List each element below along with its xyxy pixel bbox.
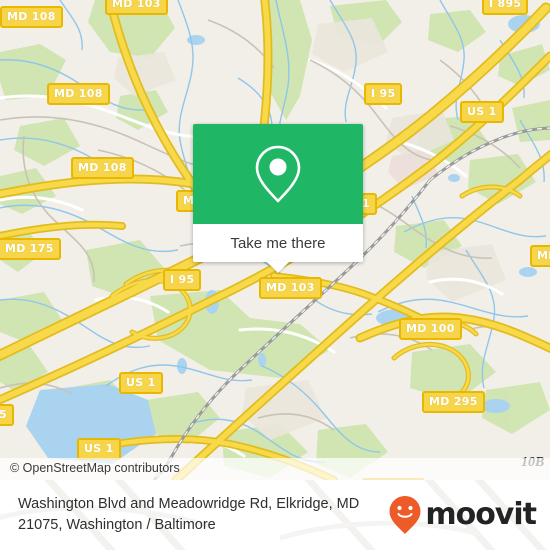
road-shield-label: MD 108 [0,6,63,28]
address-line-2: 21075, Washington / Baltimore [18,517,216,533]
road-shield-label: MD 103 [259,277,322,299]
road-shield-label: MD 108 [71,157,134,179]
road-shield-label: I 95 [364,83,403,105]
moovit-pin-icon [389,496,421,534]
road-shield-label: MD [530,245,550,267]
map-attribution[interactable]: © OpenStreetMap contributors [0,458,550,480]
take-me-there-label: Take me there [230,234,326,252]
map-pin-icon [255,145,301,203]
road-shield-label: MD 100 [399,318,462,340]
road-shield-label: US 1 [119,372,163,394]
road-shield-label: MD 295 [422,391,485,413]
address-line-1: Washington Blvd and Meadowridge Rd, Elkr… [18,496,360,512]
road-shield-label: I 895 [482,0,529,15]
moovit-map-screenshot: MD 108MD 103I 895MD 108I 95US 1MD 108MD1… [0,0,550,550]
location-popup-card[interactable]: Take me there [193,124,363,273]
popup-pointer [266,261,290,273]
road-shield-label: MD 175 [0,238,61,260]
road-shield-label: MD 103 [105,0,168,15]
take-me-there-button[interactable]: Take me there [193,224,363,262]
road-shield-label: MD 108 [47,83,110,105]
road-shield-label: US 1 [77,438,121,460]
popup-icon-area [193,124,363,224]
moovit-logo[interactable]: moovit [388,495,537,535]
road-shield-label: I 95 [163,269,202,291]
address-text: Washington Blvd and Meadowridge Rd, Elkr… [18,494,359,536]
road-shield-label: 5 [0,404,14,426]
moovit-wordmark: moovit [425,497,537,532]
footer-bar: Washington Blvd and Meadowridge Rd, Elkr… [0,480,550,550]
map-canvas[interactable]: MD 108MD 103I 895MD 108I 95US 1MD 108MD1… [0,0,550,480]
attribution-text: © OpenStreetMap contributors [10,461,180,475]
road-shield-label: US 1 [460,101,504,123]
